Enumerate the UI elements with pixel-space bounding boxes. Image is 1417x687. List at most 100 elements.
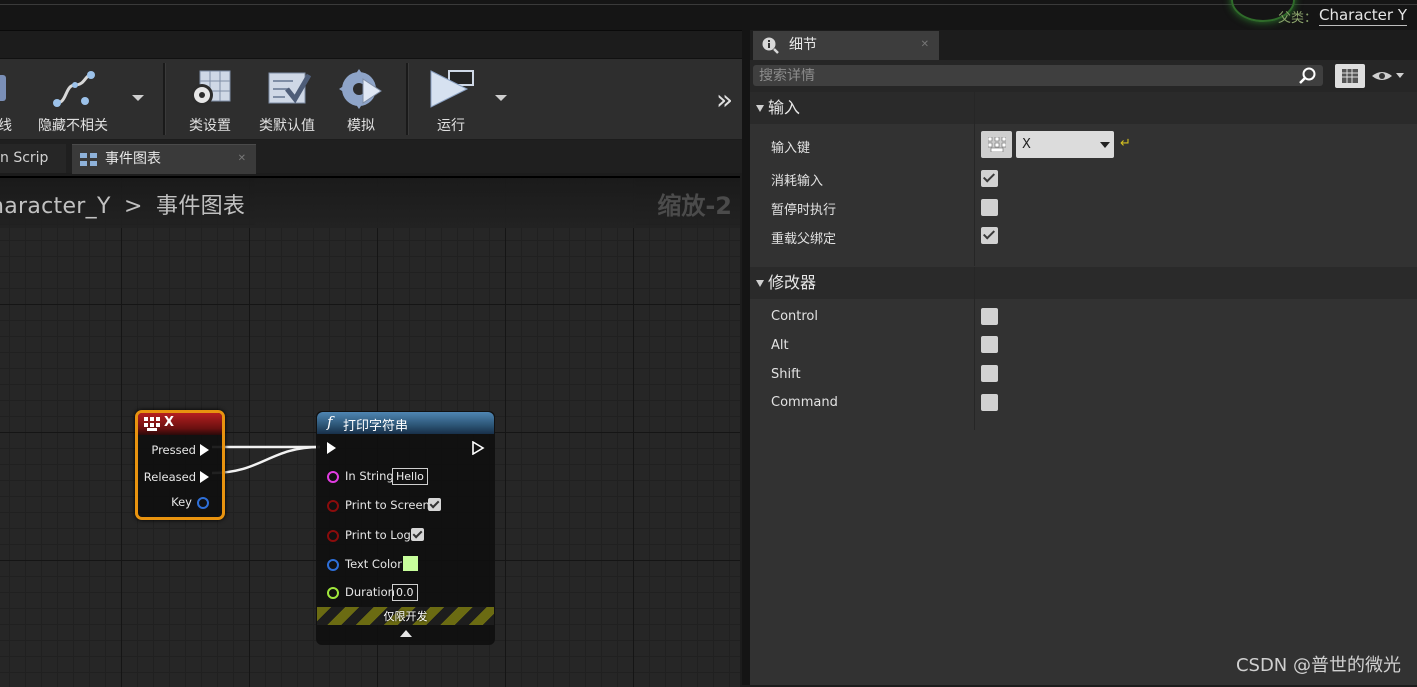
parent-class-link[interactable]: Character Y <box>1319 6 1407 26</box>
duration-input[interactable]: 0.0 <box>392 584 418 601</box>
category-modifiers[interactable]: 修改器 <box>750 267 1417 299</box>
print-string-node[interactable]: f 打印字符串 In String Hello Print to Screen … <box>316 411 495 645</box>
print-to-log-checkbox[interactable] <box>411 528 424 541</box>
exec-out-pin-pressed[interactable] <box>200 444 209 456</box>
event-graph-icon <box>80 153 97 166</box>
pin-label-key: Key <box>171 495 192 509</box>
exec-wire-released <box>211 445 321 475</box>
watermark: CSDN @普世的微光 <box>1235 655 1401 676</box>
property-label-input-key: 输入键 <box>771 141 811 156</box>
tab-event-graph[interactable]: 事件图表 ✕ <box>72 144 256 174</box>
search-input[interactable] <box>753 65 1291 86</box>
category-input[interactable]: 输入 <box>750 92 1417 124</box>
details-panel: 细节 ✕ 输入 输入键 X <box>750 30 1417 685</box>
pin-label-text-color: Text Color <box>345 557 402 571</box>
expand-arrow-icon <box>756 105 764 112</box>
exec-out-pin[interactable] <box>471 441 485 455</box>
play-icon <box>430 70 474 108</box>
in-string-input[interactable]: Hello <box>392 468 428 485</box>
property-label-alt: Alt <box>771 338 789 353</box>
print-to-log-pin[interactable] <box>327 530 339 542</box>
collapse-arrow-icon[interactable] <box>400 630 412 637</box>
exec-out-pin-released[interactable] <box>200 471 209 483</box>
key-out-pin[interactable] <box>197 497 209 509</box>
function-icon: f <box>327 413 333 431</box>
grid-icon <box>1342 69 1358 83</box>
alt-checkbox[interactable] <box>981 336 998 353</box>
blueprint-toolbar: 线 隐藏不相关 类设置 类默认值 模拟 运行 » <box>0 58 742 139</box>
development-only-banner: 仅限开发 <box>317 607 494 625</box>
pin-label-print-to-screen: Print to Screen <box>345 498 430 512</box>
input-key-dropdown[interactable]: X <box>1016 131 1114 158</box>
simulate-icon <box>339 69 382 109</box>
keyboard-icon <box>144 417 160 431</box>
hide-unrelated-dropdown-icon[interactable] <box>132 95 144 101</box>
tab-construction-script[interactable]: n Scrip <box>0 144 66 173</box>
top-bar-divider <box>0 4 1417 5</box>
hide-unrelated-icon <box>53 71 95 107</box>
print-to-screen-pin[interactable] <box>327 500 339 512</box>
keyboard-icon <box>988 137 1006 152</box>
property-label-shift: Shift <box>771 367 801 382</box>
property-label-execute-when-paused: 暂停时执行 <box>771 203 837 218</box>
run-options-dropdown-icon[interactable] <box>495 95 507 101</box>
pin-label-print-to-log: Print to Log <box>345 528 411 542</box>
close-tab-icon[interactable]: ✕ <box>921 31 929 59</box>
info-search-icon <box>762 37 779 54</box>
shift-checkbox[interactable] <box>981 365 998 382</box>
text-color-swatch[interactable] <box>403 556 418 571</box>
control-checkbox[interactable] <box>981 308 998 325</box>
property-matrix-button[interactable] <box>1335 64 1365 88</box>
reset-to-default-icon[interactable]: ↵ <box>1120 136 1131 151</box>
node-title: 打印字符串 <box>343 419 409 434</box>
node-title: X <box>164 415 175 430</box>
in-string-pin[interactable] <box>327 471 339 483</box>
property-label-consume-input: 消耗输入 <box>771 174 824 189</box>
execute-when-paused-checkbox[interactable] <box>981 199 998 216</box>
expand-arrow-icon <box>756 280 764 287</box>
key-event-node[interactable]: X Pressed Released Key <box>135 410 225 520</box>
text-color-pin[interactable] <box>327 559 339 571</box>
class-settings-icon <box>191 70 231 106</box>
property-label-command: Command <box>771 395 838 410</box>
toolbar-separator <box>406 63 409 135</box>
property-label-control: Control <box>771 309 818 324</box>
node-header[interactable]: f 打印字符串 <box>317 412 494 434</box>
simulate-button[interactable]: 模拟 <box>330 59 392 139</box>
column-divider[interactable] <box>974 267 975 430</box>
document-tab-strip: n Scrip 事件图表 ✕ <box>0 140 742 174</box>
panel-splitter[interactable] <box>742 30 750 685</box>
pin-label-duration: Duration <box>345 585 395 599</box>
top-bar: 父类： Character Y <box>0 0 1417 31</box>
close-tab-icon[interactable]: ✕ <box>238 145 246 173</box>
pin-label-in-string: In String <box>345 469 394 483</box>
toolbar-overflow-icon[interactable]: » <box>716 83 733 116</box>
key-selector-button[interactable] <box>981 131 1012 158</box>
class-defaults-button[interactable]: 类默认值 <box>252 59 322 139</box>
pin-label-released: Released <box>143 470 196 484</box>
print-to-screen-checkbox[interactable] <box>428 498 441 511</box>
parent-class-label: 父类： <box>1277 11 1317 26</box>
class-defaults-icon <box>268 72 311 104</box>
column-divider[interactable] <box>974 92 975 266</box>
chevron-down-icon <box>1100 142 1110 148</box>
property-label-override-parent-binding: 重载父绑定 <box>771 232 837 247</box>
override-parent-binding-checkbox[interactable] <box>981 227 998 244</box>
hide-unrelated-button[interactable]: 隐藏不相关 <box>30 59 116 139</box>
partial-toolbar-button[interactable]: 线 <box>0 59 20 139</box>
graph-editor[interactable]: haracter_Y > 事件图表 缩放-2 X Pressed Release… <box>0 176 740 687</box>
view-options-eye-icon[interactable] <box>1371 68 1407 84</box>
partial-blueprint-icon <box>0 75 6 101</box>
exec-in-pin[interactable] <box>327 442 336 454</box>
pin-label-pressed: Pressed <box>151 443 196 457</box>
search-box[interactable] <box>753 65 1323 86</box>
duration-pin[interactable] <box>327 587 339 599</box>
run-button[interactable]: 运行 <box>420 59 482 139</box>
command-checkbox[interactable] <box>981 394 998 411</box>
class-settings-button[interactable]: 类设置 <box>178 59 242 139</box>
search-icon[interactable] <box>1299 67 1317 85</box>
toolbar-separator <box>163 63 166 135</box>
node-header[interactable]: X <box>138 413 222 435</box>
tab-details[interactable]: 细节 ✕ <box>753 31 939 60</box>
consume-input-checkbox[interactable] <box>981 170 998 187</box>
